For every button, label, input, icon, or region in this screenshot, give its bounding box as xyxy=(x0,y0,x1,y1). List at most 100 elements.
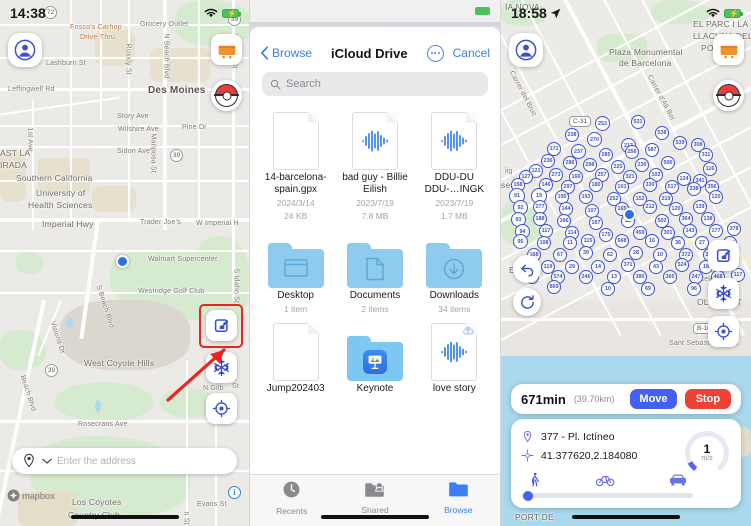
waypoint-pin[interactable]: 11 xyxy=(563,236,577,250)
waypoint-pin[interactable]: 29 xyxy=(565,260,579,274)
file-item[interactable]: Documents 2 items xyxy=(335,226,414,315)
avatar-button[interactable] xyxy=(8,33,42,67)
waypoint-pin[interactable]: 95 xyxy=(513,234,528,249)
waypoint-pin[interactable]: 120 xyxy=(709,190,723,204)
waypoint-pin[interactable]: 236 xyxy=(541,154,555,168)
cancel-button[interactable]: Cancel xyxy=(453,46,490,60)
waypoint-pin[interactable]: 69 xyxy=(641,282,655,296)
file-name: Desktop xyxy=(277,290,314,301)
annotation-arrow xyxy=(166,348,226,402)
location-pin-icon xyxy=(24,453,34,468)
file-item[interactable]: love story xyxy=(415,319,494,395)
left-map[interactable]: Frisco's Carhop Drive-Thru Grocery Outlet L… xyxy=(0,0,249,526)
waypoint-pin[interactable]: 43 xyxy=(649,260,663,274)
search-input[interactable]: Search xyxy=(262,72,488,96)
waypoint-pin[interactable]: 298 xyxy=(583,158,597,172)
waypoint-pin[interactable]: 531 xyxy=(631,115,645,129)
waypoint-pin[interactable]: 167 xyxy=(589,216,603,230)
waypoint-pin[interactable]: 256 xyxy=(625,145,639,159)
waypoint-pin[interactable]: 538 xyxy=(655,126,669,140)
map-label: Rossly St xyxy=(124,43,132,75)
waypoint-pin[interactable]: 177 xyxy=(709,224,723,238)
waypoint-pin[interactable]: 285 xyxy=(599,148,613,162)
tab-browse[interactable]: Browse xyxy=(417,480,500,515)
waypoint-pin[interactable]: 238 xyxy=(565,128,579,142)
waypoint-pin[interactable]: 39 xyxy=(579,246,593,260)
waypoint-pin[interactable]: 869 xyxy=(547,280,561,294)
waypoint-pin[interactable]: 371 xyxy=(621,258,635,272)
waypoint-pin[interactable]: 116 xyxy=(703,162,717,176)
undo-button[interactable] xyxy=(513,255,541,283)
pokeball-button[interactable] xyxy=(713,80,744,111)
speed-slider-knob[interactable] xyxy=(523,490,533,501)
chevron-down-icon[interactable] xyxy=(42,457,52,465)
speed-gauge-inner: 1 m/s xyxy=(690,436,724,470)
tab-recents[interactable]: Recents xyxy=(250,480,333,516)
address-input-bar[interactable]: Enter the address xyxy=(12,448,237,474)
bike-icon[interactable] xyxy=(596,472,615,487)
folder-icon xyxy=(448,480,469,503)
waypoint-pin[interactable]: 524 xyxy=(675,258,689,272)
pokeball-button[interactable] xyxy=(211,80,242,111)
waypoint-pin[interactable]: 225 xyxy=(611,160,625,174)
walk-icon[interactable] xyxy=(527,471,542,488)
waypoint-pin[interactable]: 338 xyxy=(687,182,701,196)
map-info-badge[interactable]: i xyxy=(228,486,241,499)
waypoint-pin[interactable]: 193 xyxy=(579,190,593,204)
car-icon[interactable] xyxy=(669,473,687,487)
move-button[interactable]: Move xyxy=(630,389,677,409)
waypoint-pin[interactable]: 506 xyxy=(661,156,675,170)
waypoint-pin[interactable]: 587 xyxy=(645,143,659,157)
waypoint-pin[interactable]: 311 xyxy=(699,148,713,162)
stop-button[interactable]: Stop xyxy=(684,389,731,409)
file-item[interactable]: Jump202403 xyxy=(256,319,335,395)
waypoint-pin[interactable]: 108 xyxy=(537,236,551,250)
waypoint-pin[interactable]: 330 xyxy=(643,178,657,192)
freeze-button[interactable] xyxy=(708,278,739,309)
waypoint-pin[interactable]: 539 xyxy=(673,136,687,150)
file-item[interactable]: 14-barcelona-spain.gpx 2024/3/14 24 KB xyxy=(256,108,335,222)
speed-slider[interactable] xyxy=(521,490,693,501)
file-item[interactable]: bad guy - Billie Eilish 2023/7/19 7.8 MB xyxy=(335,108,414,222)
file-item[interactable]: Desktop 1 item xyxy=(256,226,335,315)
waypoint-pin[interactable]: 286 xyxy=(563,156,577,170)
right-map[interactable]: IA NOVA Plaza Monumental de Barcelona EL PA… xyxy=(501,0,751,526)
map-label: IRADA xyxy=(0,160,27,170)
waypoint-pin[interactable]: 246 xyxy=(579,270,593,284)
waypoint-pin[interactable]: 67 xyxy=(553,248,567,262)
waypoint-pin[interactable]: 14 xyxy=(591,260,605,274)
waypoint-pin[interactable]: 10 xyxy=(601,282,615,296)
waypoint-pin[interactable]: 253 xyxy=(595,116,610,131)
waypoint-pin[interactable]: 16 xyxy=(645,234,659,248)
joystick-button[interactable] xyxy=(708,240,739,271)
waypoint-pin[interactable]: 668 xyxy=(615,234,629,248)
more-circle-icon[interactable] xyxy=(426,44,444,62)
road-shield: 39 xyxy=(228,13,241,26)
waypoint-pin[interactable]: 378 xyxy=(727,222,741,236)
back-button[interactable]: Browse xyxy=(260,46,312,60)
waypoint-pin[interactable]: 365 xyxy=(663,270,677,284)
waypoint-pin[interactable]: 212 xyxy=(643,200,657,214)
waypoint-pin[interactable]: 270 xyxy=(587,132,602,147)
cart-button[interactable] xyxy=(713,34,744,65)
locate-button[interactable] xyxy=(708,316,739,347)
cart-button[interactable] xyxy=(211,34,242,65)
file-item[interactable]: Keynote xyxy=(335,319,414,395)
waypoint-pin[interactable]: 180 xyxy=(589,178,603,192)
map-label: PORT DE xyxy=(515,512,554,522)
map-label: S Idaho St xyxy=(232,268,240,304)
waypoint-pin[interactable]: 96 xyxy=(687,282,701,296)
file-item[interactable]: DDU-DU DDU-…INGK 2023/7/19 1.7 MB xyxy=(415,108,494,222)
map-label: Sidon Ave xyxy=(117,148,151,155)
waypoint-pin[interactable]: 175 xyxy=(599,228,613,242)
mapbox-attribution[interactable]: mapbox xyxy=(7,489,55,502)
avatar-button[interactable] xyxy=(509,33,543,67)
refresh-button[interactable] xyxy=(513,288,541,316)
waypoint-pin[interactable]: 143 xyxy=(683,224,697,238)
clock-icon xyxy=(282,480,301,504)
file-item[interactable]: Downloads 34 items xyxy=(415,226,494,315)
tab-shared[interactable]: Shared xyxy=(333,480,416,515)
map-label: Southern California xyxy=(16,173,93,183)
waypoint-pin[interactable]: 62 xyxy=(603,248,617,262)
waypoint-pin[interactable]: 230 xyxy=(635,158,649,172)
